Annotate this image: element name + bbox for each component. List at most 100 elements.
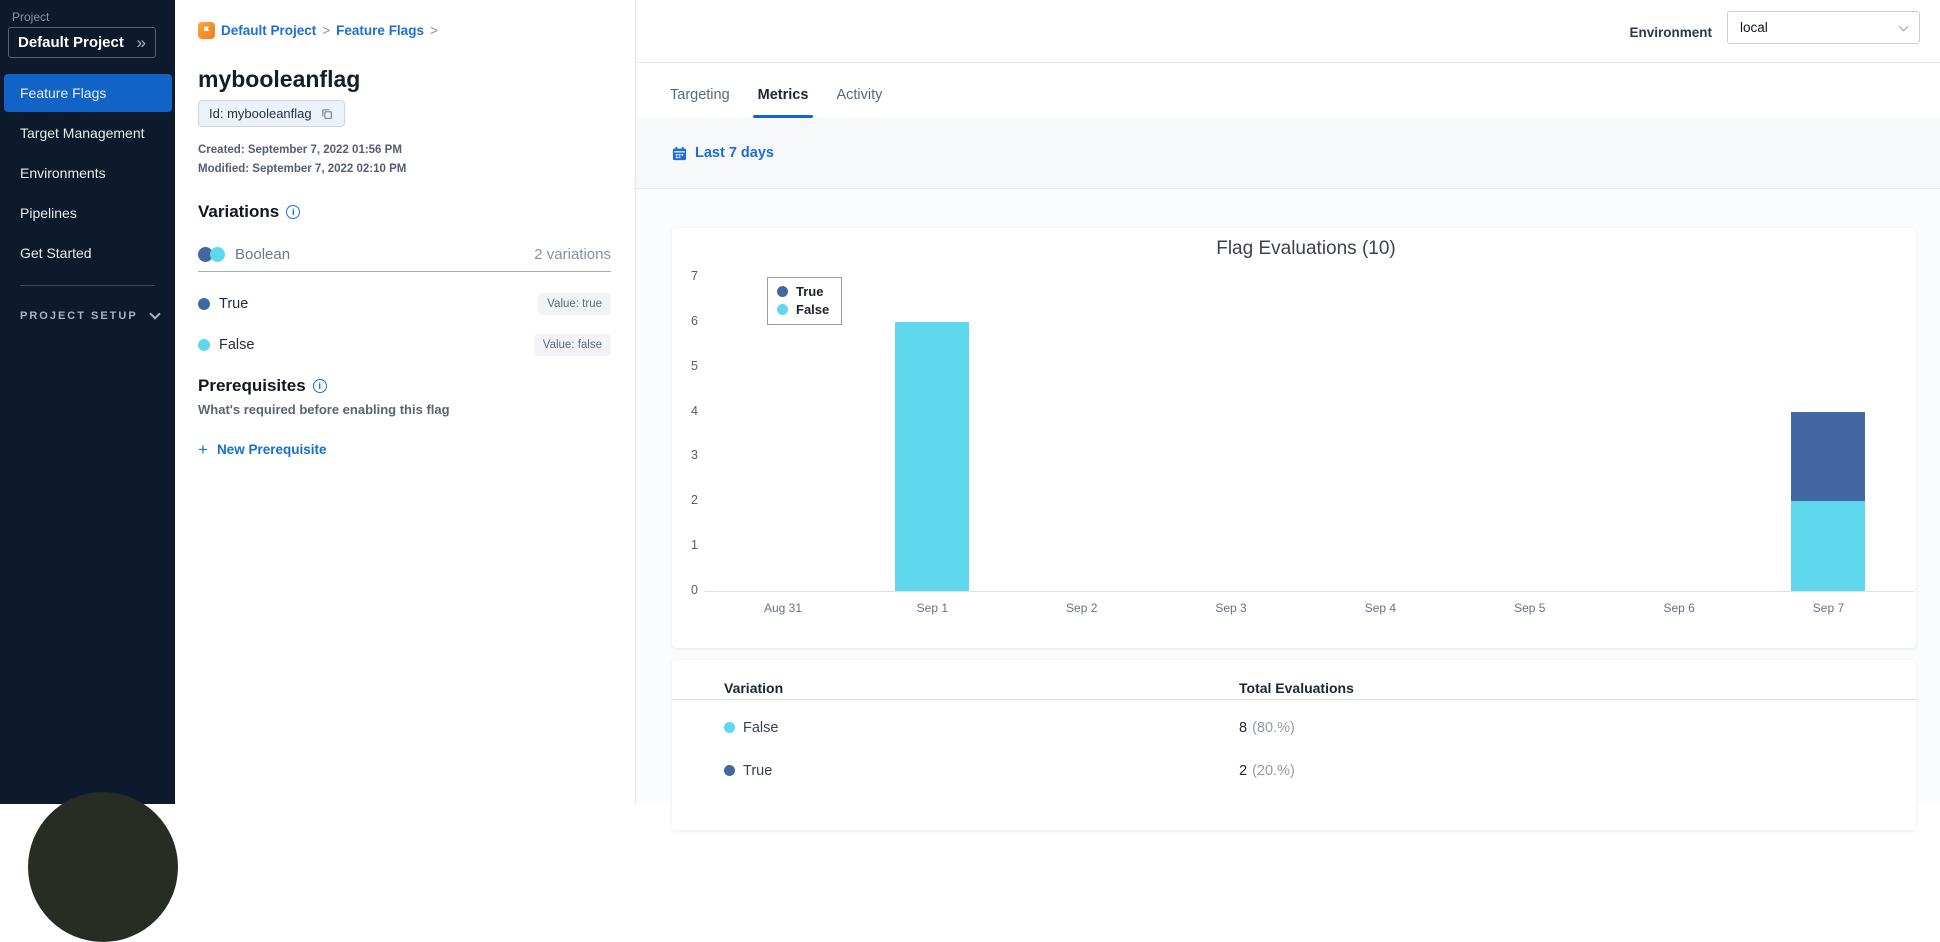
sidebar-item-target-management[interactable]: Target Management: [4, 114, 172, 152]
new-prerequisite-button[interactable]: + New Prerequisite: [198, 441, 326, 458]
bar-sep-1-false: [895, 321, 970, 591]
variation-dot: [724, 765, 735, 776]
table-body: False 8 (80.%) True 2 (20.%): [672, 700, 1916, 792]
copy-icon[interactable]: [320, 107, 334, 121]
metrics-panel: Environment local Targeting Metrics Activi…: [636, 0, 1940, 830]
sidebar-item-pipelines[interactable]: Pipelines: [4, 194, 172, 232]
flag-id-chip: Id: mybooleanflag: [198, 100, 345, 127]
legend-item-false: False: [777, 302, 829, 317]
sidebar-item-feature-flags[interactable]: Feature Flags: [4, 74, 172, 112]
table-cell-total: 8 (80.%): [1239, 719, 1295, 736]
y-axis-tick: 3: [691, 448, 698, 463]
variation-row-true: True Value: true: [198, 283, 611, 324]
variation-dot: [198, 338, 210, 351]
chart-legend: True False: [767, 277, 843, 325]
sidebar: Project Default Project » Feature Flags T…: [0, 0, 178, 942]
project-setup-label: PROJECT SETUP: [20, 310, 138, 322]
flag-modified: Modified: September 7, 2022 02:10 PM: [198, 163, 407, 175]
environment-label: Environment: [1629, 25, 1712, 40]
flag-evaluations-chart: Flag Evaluations (10) True False 0 1 2 3 4 5 6 7…: [672, 228, 1916, 648]
table-cell-total: 2 (20.%): [1239, 762, 1295, 779]
breadcrumb-separator: >: [429, 23, 438, 38]
sidebar-item-environments[interactable]: Environments: [4, 154, 172, 192]
project-selector[interactable]: Default Project »: [8, 27, 156, 58]
boolean-toggle-icon: [198, 246, 225, 262]
y-axis-tick: 0: [691, 583, 698, 597]
double-chevron-icon: »: [136, 33, 146, 52]
chevron-down-icon: [1898, 21, 1909, 31]
x-axis-tick: Sep 5: [1514, 601, 1546, 615]
bar-sep-7-false: [1791, 501, 1866, 591]
plus-icon: +: [198, 440, 208, 459]
environment-header: Environment local: [636, 0, 1940, 63]
table-row-true: True 2 (20.%): [672, 749, 1916, 792]
legend-label: True: [796, 284, 824, 299]
sidebar-item-get-started[interactable]: Get Started: [4, 234, 172, 272]
variations-heading-text: Variations: [198, 202, 280, 221]
tab-activity[interactable]: Activity: [822, 87, 896, 118]
variation-name: False: [219, 336, 255, 353]
date-range-label: Last 7 days: [695, 145, 774, 161]
sidebar-menu: Feature Flags Target Management Environmen…: [0, 72, 175, 274]
x-axis-tick: Sep 6: [1663, 601, 1695, 615]
flag-meta: Created: September 7, 2022 01:56 PM Modi…: [198, 141, 406, 179]
y-axis-tick: 4: [691, 403, 698, 418]
variation-list: True Value: true False Value: false: [198, 283, 611, 365]
breadcrumb-separator: >: [322, 23, 331, 38]
legend-dot: [777, 304, 788, 315]
chart-x-axis-line: [705, 591, 1914, 592]
y-axis-tick: 1: [691, 538, 698, 553]
variation-name: True: [219, 295, 249, 312]
flag-title: mybooleanflag: [198, 66, 361, 92]
table-cell-variation: True: [724, 763, 1239, 779]
date-range-bar: Last 7 days: [636, 118, 1940, 189]
legend-label: False: [796, 302, 830, 317]
variation-value-chip: Value: true: [538, 292, 611, 315]
y-axis-tick: 7: [691, 269, 698, 283]
variation-value-chip: Value: false: [533, 333, 611, 356]
info-icon[interactable]: i: [286, 205, 301, 219]
variations-heading: Variations i: [198, 202, 301, 222]
info-icon[interactable]: i: [312, 379, 327, 393]
metrics-content: Flag Evaluations (10) True False 0 1 2 3 4 5 6 7…: [636, 189, 1940, 830]
x-axis-tick: Sep 7: [1812, 601, 1845, 615]
date-range-picker[interactable]: Last 7 days: [672, 145, 774, 161]
project-setup-toggle[interactable]: PROJECT SETUP: [20, 305, 161, 327]
table-cell-variation: False: [724, 720, 1239, 736]
project-selector-value: Default Project: [18, 34, 124, 51]
table-header-row: Variation Total Evaluations: [672, 660, 1916, 700]
prerequisites-subtitle: What's required before enabling this fla…: [198, 402, 450, 417]
chart-title: Flag Evaluations (10): [1216, 238, 1396, 259]
variation-row-false: False Value: false: [198, 324, 611, 365]
tab-bar: Targeting Metrics Activity: [636, 63, 1940, 118]
chevron-down-icon: [149, 308, 161, 320]
variation-count: 2 variations: [534, 245, 611, 263]
app-logo-icon: [198, 22, 215, 39]
calendar-icon: [672, 146, 687, 161]
variation-dot: [198, 297, 210, 310]
table-header-total: Total Evaluations: [1239, 679, 1354, 696]
percent-value: (80.%): [1252, 719, 1295, 736]
flag-created: Created: September 7, 2022 01:56 PM: [198, 144, 402, 156]
variations-divider: [198, 271, 611, 272]
breadcrumb-feature-flags-link[interactable]: Feature Flags: [336, 23, 424, 38]
variation-type-label: Boolean: [235, 245, 291, 263]
help-bubble[interactable]: [28, 792, 178, 942]
environment-select[interactable]: local: [1727, 11, 1920, 44]
legend-item-true: True: [777, 284, 829, 299]
flag-detail-panel: Default Project > Feature Flags > mybool…: [175, 0, 774, 804]
variation-name: True: [743, 762, 773, 779]
breadcrumb-project-link[interactable]: Default Project: [221, 23, 316, 38]
y-axis-tick: 2: [691, 493, 698, 508]
percent-value: (20.%): [1252, 762, 1295, 779]
new-prerequisite-label: New Prerequisite: [216, 442, 327, 457]
breadcrumb: Default Project > Feature Flags >: [198, 22, 438, 39]
prerequisites-heading: Prerequisites i: [198, 376, 327, 396]
environment-select-value: local: [1740, 20, 1768, 35]
x-axis-tick: Sep 3: [1215, 601, 1247, 615]
tab-metrics[interactable]: Metrics: [744, 87, 823, 118]
tab-targeting[interactable]: Targeting: [656, 87, 744, 118]
x-axis-tick: Sep 1: [916, 601, 949, 615]
table-row-false: False 8 (80.%): [672, 706, 1916, 749]
x-axis-tick: Sep 4: [1364, 601, 1397, 615]
